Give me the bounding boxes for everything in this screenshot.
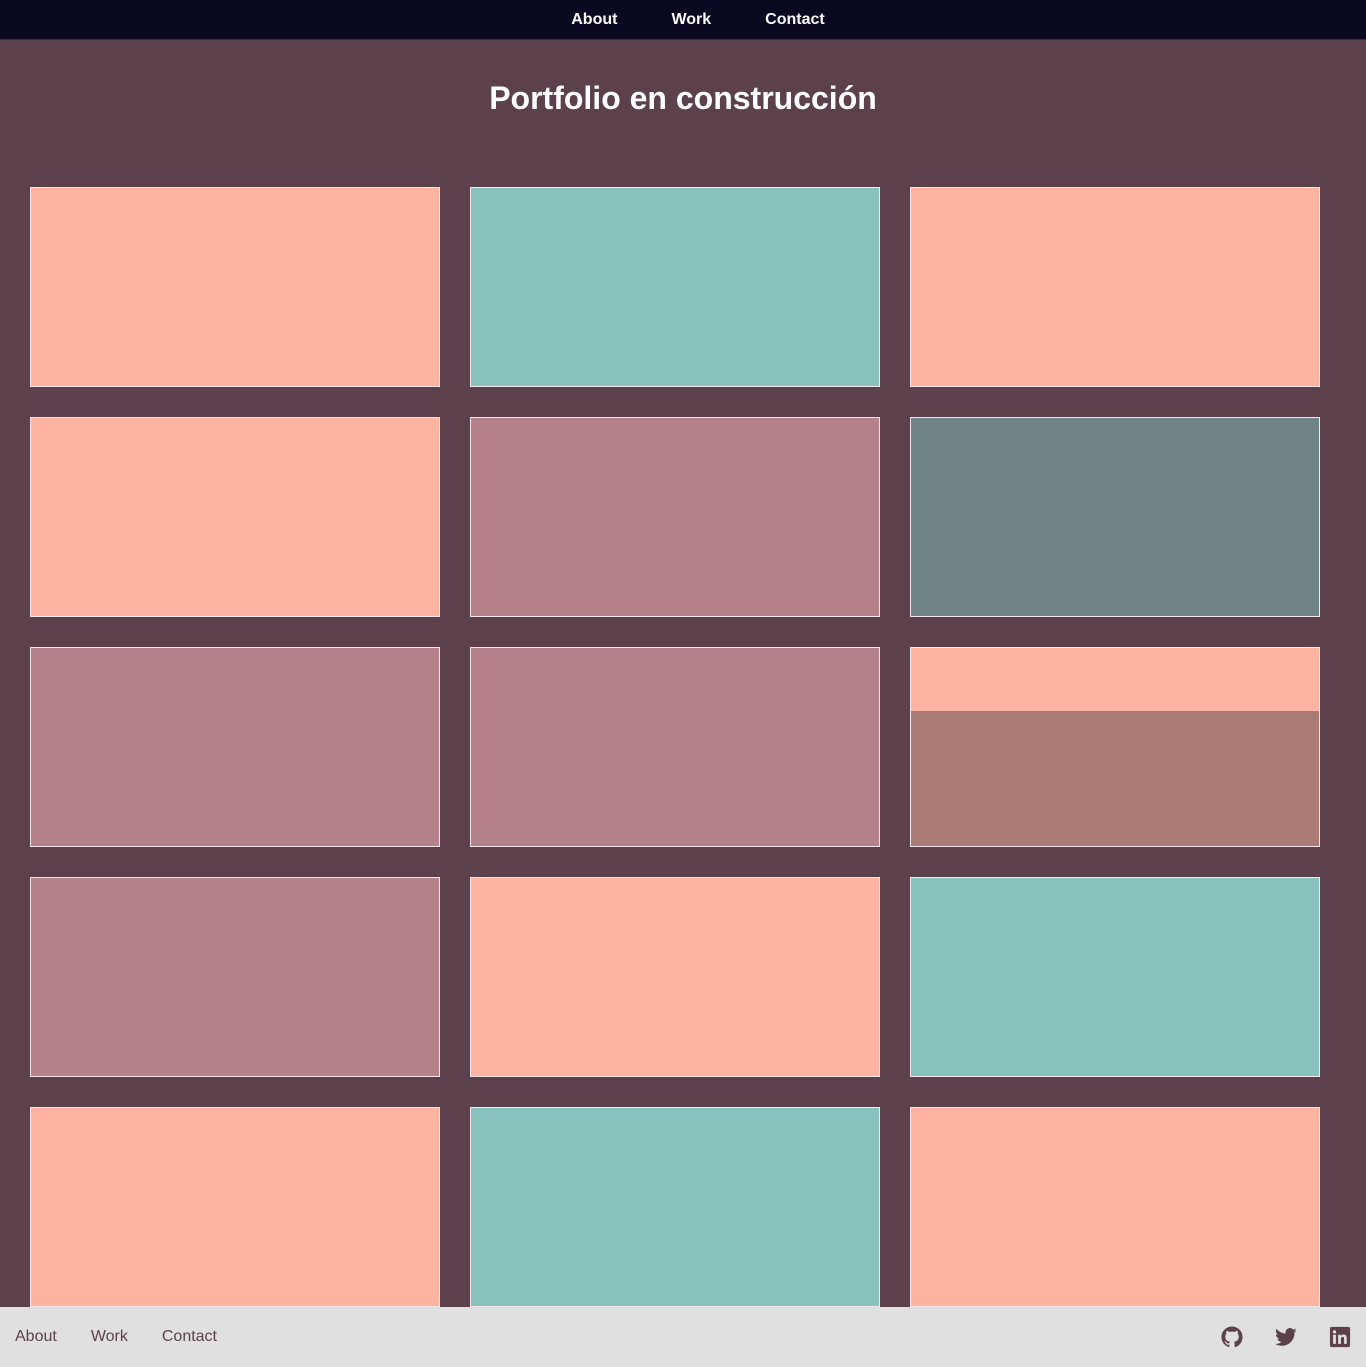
portfolio-card[interactable]: [30, 647, 440, 847]
social-links: [1221, 1326, 1351, 1348]
page-title: Portfolio en construcción: [489, 80, 877, 116]
portfolio-card[interactable]: [470, 1107, 880, 1307]
nav-about-link[interactable]: About: [571, 11, 617, 29]
portfolio-card[interactable]: [910, 877, 1320, 1077]
footer-about-link[interactable]: About: [15, 1328, 57, 1346]
portfolio-card[interactable]: [30, 417, 440, 617]
portfolio-card[interactable]: [910, 1107, 1320, 1307]
nav-contact-link[interactable]: Contact: [765, 11, 825, 29]
portfolio-card[interactable]: [470, 647, 880, 847]
portfolio-card[interactable]: [470, 187, 880, 387]
footer-work-link[interactable]: Work: [91, 1328, 128, 1346]
footer-links: About Work Contact: [15, 1328, 217, 1346]
nav-work-link[interactable]: Work: [671, 11, 711, 29]
portfolio-card[interactable]: [910, 417, 1320, 617]
github-icon[interactable]: [1221, 1326, 1243, 1348]
portfolio-card[interactable]: [30, 187, 440, 387]
portfolio-card[interactable]: [30, 1107, 440, 1307]
linkedin-icon[interactable]: [1329, 1326, 1351, 1348]
portfolio-card[interactable]: [30, 877, 440, 1077]
footer-contact-link[interactable]: Contact: [162, 1328, 217, 1346]
twitter-icon[interactable]: [1275, 1326, 1297, 1348]
portfolio-card[interactable]: [470, 877, 880, 1077]
top-navigation: About Work Contact: [0, 0, 1366, 40]
portfolio-card[interactable]: [910, 187, 1320, 387]
portfolio-card[interactable]: [910, 647, 1320, 847]
footer: About Work Contact: [0, 1307, 1366, 1367]
portfolio-card[interactable]: [470, 417, 880, 617]
portfolio-grid: [30, 187, 1320, 1307]
card-hover-overlay: [911, 711, 1319, 846]
